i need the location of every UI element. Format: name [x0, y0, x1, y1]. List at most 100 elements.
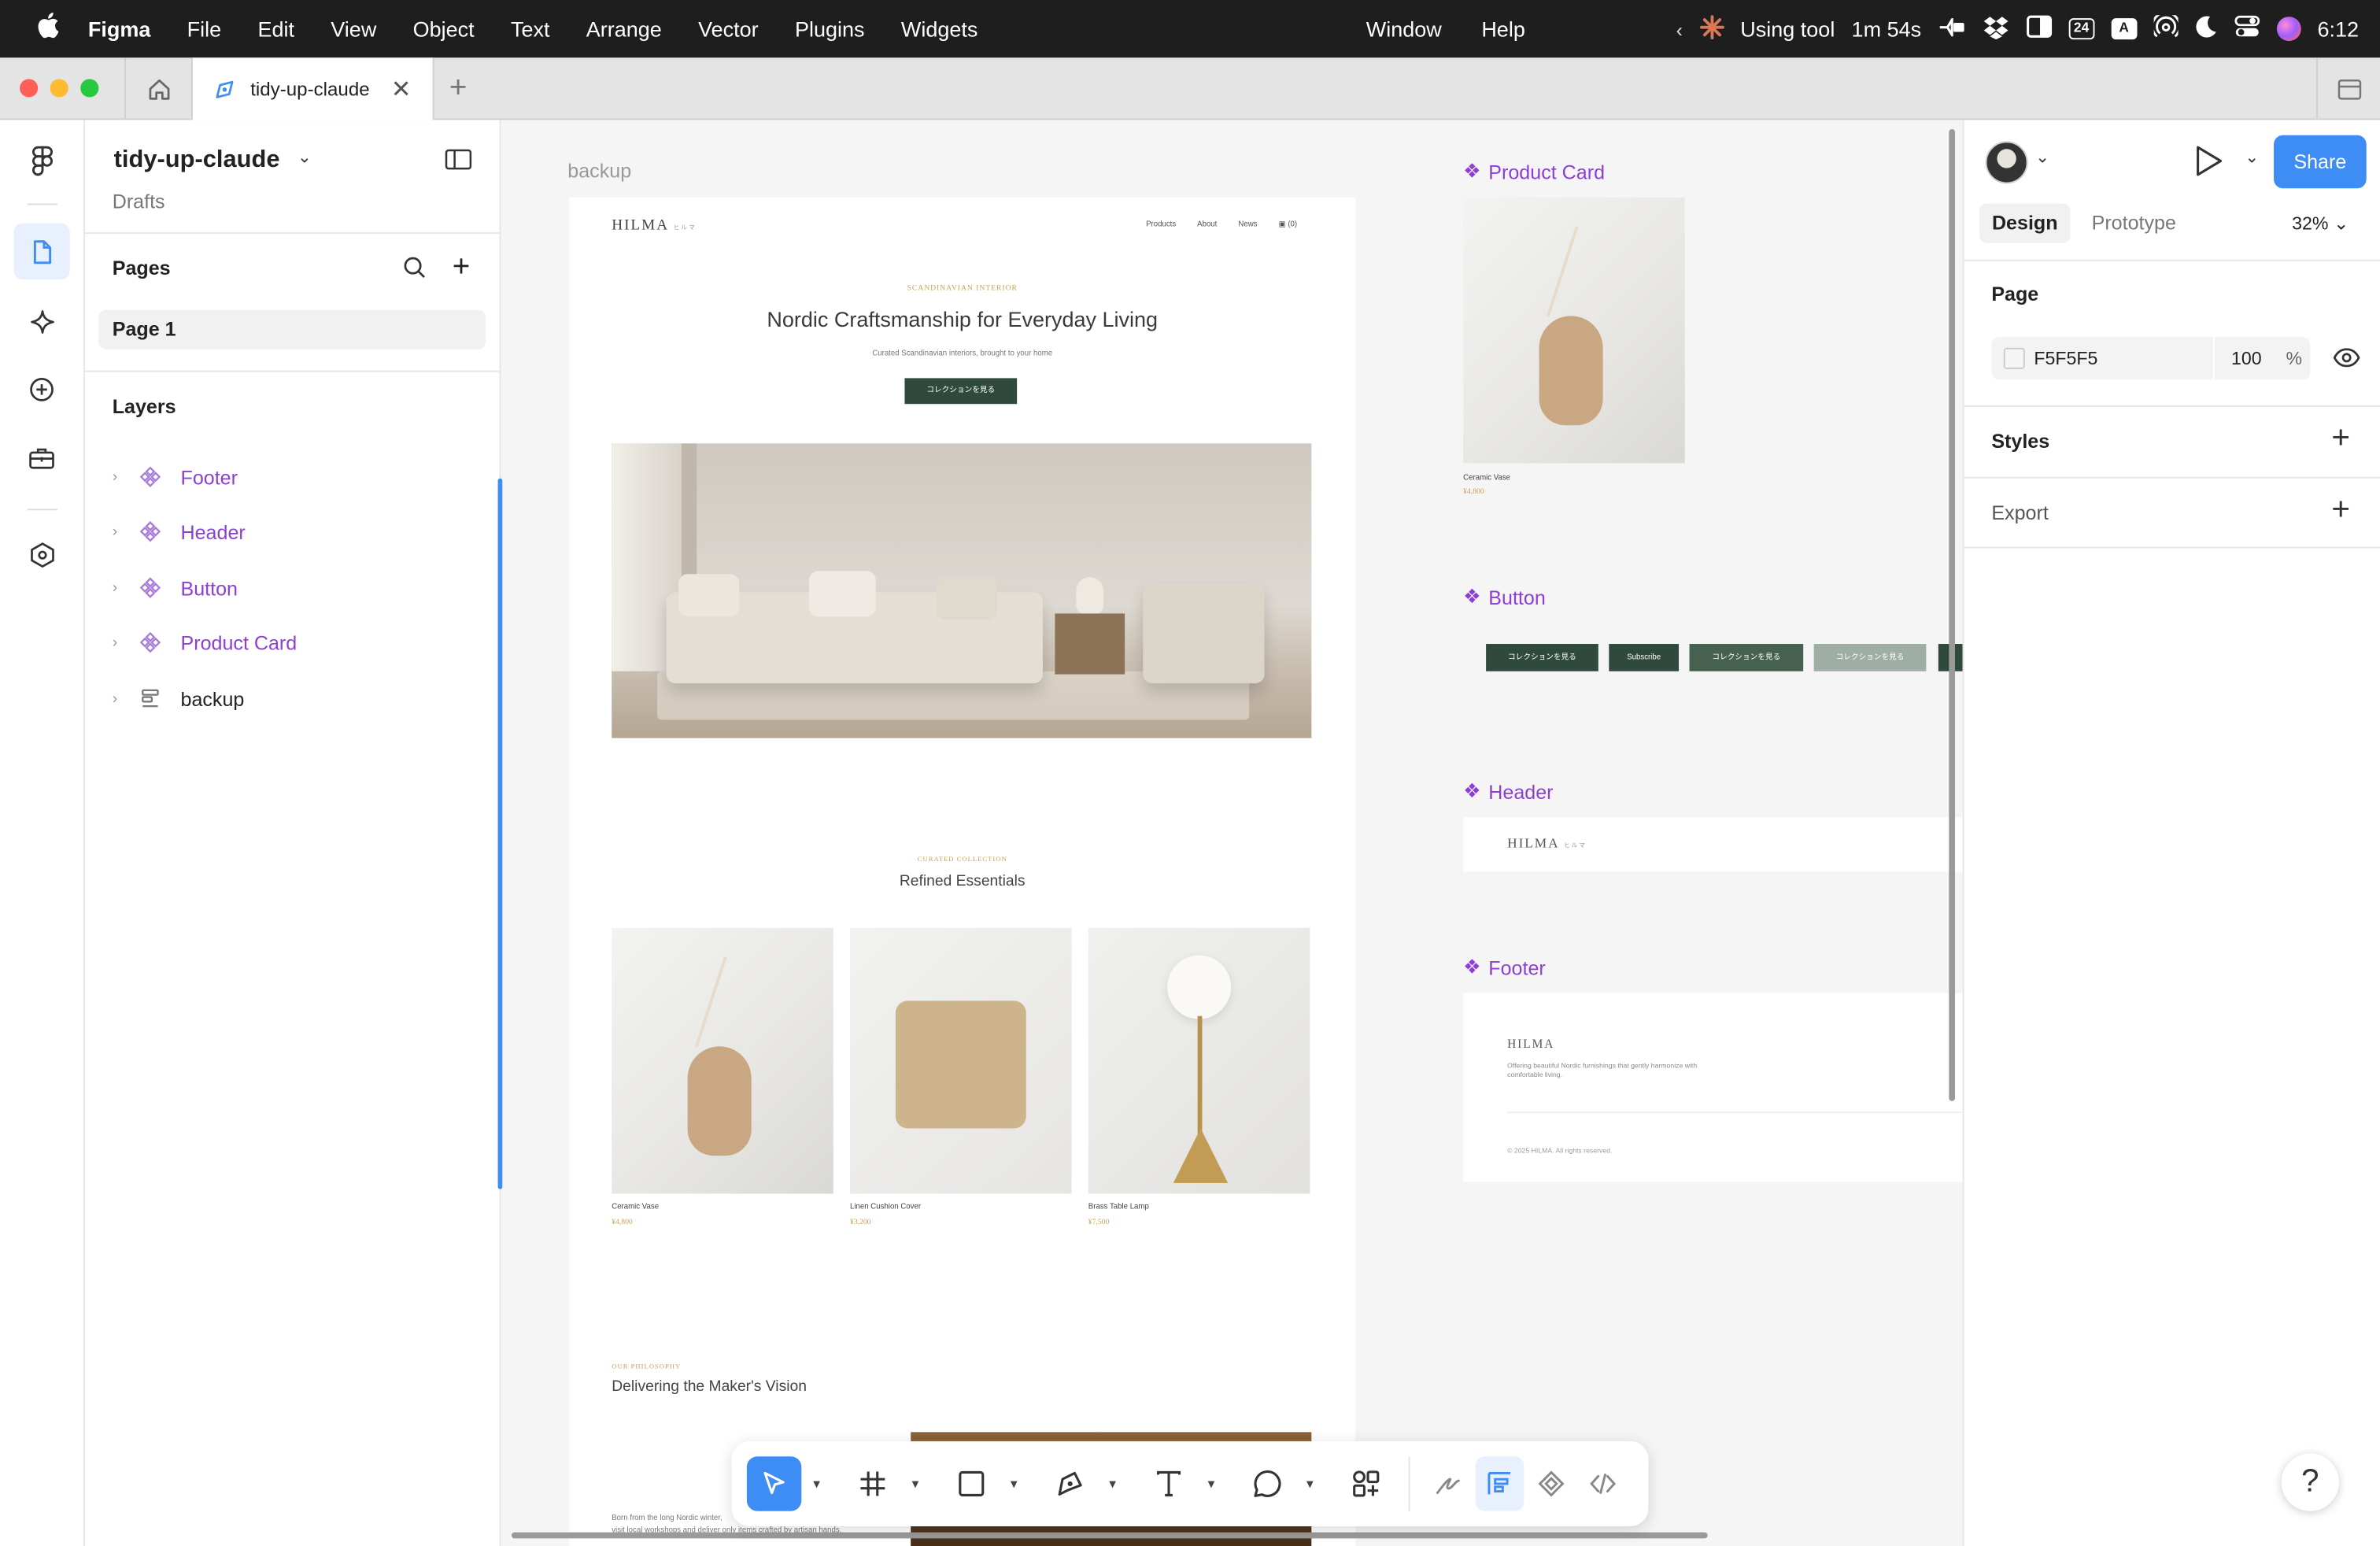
main-menu-button[interactable]	[13, 132, 69, 188]
file-name[interactable]: tidy-up-claude	[114, 147, 280, 175]
tab-prototype[interactable]: Prototype	[2092, 204, 2176, 243]
pen-tool[interactable]	[1043, 1456, 1097, 1511]
visibility-toggle[interactable]	[2333, 348, 2360, 375]
apple-icon[interactable]	[36, 12, 59, 45]
page-item-page-1[interactable]: Page 1	[98, 309, 486, 350]
hide-icon[interactable]	[1938, 15, 1965, 41]
actions-tool[interactable]	[1339, 1456, 1393, 1511]
file-location[interactable]: Drafts	[113, 190, 165, 213]
component-label-product-card[interactable]: ❖ Product Card	[1463, 160, 1605, 184]
present-button[interactable]	[2193, 144, 2224, 185]
product-card-image[interactable]	[1463, 197, 1685, 464]
chevron-down-icon[interactable]: ▾	[1005, 1456, 1023, 1511]
button-variant-subscribe[interactable]: Subscribe	[1609, 644, 1680, 671]
button-variant-hover[interactable]: コレクションを見る	[1689, 644, 1804, 671]
component-label-button[interactable]: ❖ Button	[1463, 585, 1546, 609]
draw-mode[interactable]	[1424, 1456, 1473, 1511]
chevron-down-icon[interactable]: ⌄	[298, 147, 312, 167]
collapse-panel-button[interactable]	[445, 149, 472, 179]
add-style-icon[interactable]: +	[2331, 420, 2350, 457]
help-button[interactable]: ?	[2281, 1453, 2339, 1511]
dropbox-icon[interactable]	[1982, 14, 2009, 43]
tab-design[interactable]: Design	[1979, 203, 2071, 243]
siri-icon[interactable]	[2276, 17, 2301, 42]
component-mode[interactable]	[1527, 1456, 1576, 1511]
menu-text[interactable]: Text	[511, 17, 550, 41]
zoom-window-button[interactable]	[80, 79, 99, 98]
chevron-right-icon[interactable]: ›	[113, 634, 128, 650]
chevron-down-icon[interactable]: ▾	[1103, 1456, 1122, 1511]
layer-backup[interactable]: › backup	[85, 676, 479, 722]
frame-tool[interactable]	[845, 1456, 900, 1511]
comment-tool[interactable]	[1240, 1456, 1295, 1511]
move-tool[interactable]	[746, 1456, 802, 1511]
component-label-header[interactable]: ❖ Header	[1463, 779, 1553, 804]
layer-footer[interactable]: › Footer	[85, 454, 479, 500]
shape-tool[interactable]	[944, 1456, 999, 1511]
add-button[interactable]	[13, 361, 69, 417]
page-bg-fill-input[interactable]: F5F5F5 100 %	[1991, 337, 2311, 380]
resources-button[interactable]	[13, 430, 69, 486]
menu-app-name[interactable]: Figma	[88, 17, 151, 41]
calendar-icon[interactable]: 24	[2068, 18, 2094, 40]
text-tool[interactable]	[1141, 1456, 1196, 1511]
menu-plugins[interactable]: Plugins	[795, 17, 865, 41]
tab-tidy-up-claude[interactable]: tidy-up-claude ✕	[191, 57, 434, 120]
share-button[interactable]: Share	[2274, 135, 2367, 189]
sidebar-toggle-icon[interactable]	[2026, 15, 2052, 43]
menu-window[interactable]: Window	[1366, 17, 1442, 41]
chevron-left-icon[interactable]: ‹	[1676, 17, 1683, 40]
button-variant-primary[interactable]: コレクションを見る	[1486, 644, 1598, 671]
component-label-footer[interactable]: ❖ Footer	[1463, 956, 1546, 980]
user-avatar[interactable]	[1985, 141, 2028, 184]
search-pages-button[interactable]	[402, 255, 427, 287]
menu-widgets[interactable]: Widgets	[901, 17, 978, 41]
chevron-right-icon[interactable]: ›	[113, 468, 128, 485]
chevron-down-icon[interactable]: ⌄	[2035, 147, 2049, 167]
minimize-window-button[interactable]	[50, 79, 68, 98]
chevron-down-icon[interactable]: ▾	[808, 1456, 826, 1511]
chevron-right-icon[interactable]: ›	[113, 579, 128, 596]
input-source-icon[interactable]: A	[2111, 18, 2137, 40]
new-tab-icon[interactable]: +	[449, 72, 468, 106]
footer-component[interactable]: HILMA Offering beautiful Nordic furnishi…	[1463, 993, 1963, 1182]
button-variant-disabled[interactable]: コレクションを見る	[1813, 644, 1927, 671]
menu-object[interactable]: Object	[413, 17, 475, 41]
header-component[interactable]: HILMA ヒルマ	[1463, 816, 1963, 872]
panel-toggle-button[interactable]	[2316, 57, 2380, 120]
bg-color-hex[interactable]: F5F5F5	[2034, 348, 2097, 369]
menu-vector[interactable]: Vector	[698, 17, 759, 41]
clock-time[interactable]: 6:12	[2317, 17, 2359, 41]
menu-file[interactable]: File	[187, 17, 222, 41]
layer-header[interactable]: › Header	[85, 509, 479, 554]
file-pages-button[interactable]	[13, 223, 70, 279]
design-mode[interactable]	[1475, 1456, 1524, 1511]
plugins-button[interactable]	[13, 527, 69, 583]
chevron-down-icon[interactable]: ▾	[906, 1456, 924, 1511]
assets-button[interactable]	[13, 293, 69, 349]
airdrop-icon[interactable]	[2150, 10, 2181, 43]
canvas[interactable]: backup HILMA ヒルマ Products About News ▣ (…	[502, 120, 1963, 1546]
menu-view[interactable]: View	[331, 17, 376, 41]
add-page-icon[interactable]: +	[453, 250, 471, 285]
control-center-icon[interactable]	[2234, 15, 2260, 43]
chevron-down-icon[interactable]: ▾	[1301, 1456, 1319, 1511]
chevron-down-icon[interactable]: ⌄	[2245, 147, 2259, 167]
close-window-button[interactable]	[20, 79, 39, 98]
backup-frame[interactable]: HILMA ヒルマ Products About News ▣ (0) SCAN…	[569, 197, 1356, 1546]
home-tab-button[interactable]	[124, 57, 191, 120]
layer-button[interactable]: › Button	[85, 565, 479, 611]
menu-edit[interactable]: Edit	[257, 17, 294, 41]
canvas-vertical-scrollbar[interactable]	[1949, 128, 1956, 1101]
zoom-level[interactable]: 32% ⌄	[2292, 204, 2349, 243]
layer-product-card[interactable]: › Product Card	[85, 620, 479, 665]
menu-help[interactable]: Help	[1481, 17, 1525, 41]
bg-opacity[interactable]: 100	[2231, 348, 2262, 369]
canvas-horizontal-scrollbar[interactable]	[511, 1532, 1708, 1539]
chevron-down-icon[interactable]: ▾	[1202, 1456, 1220, 1511]
color-swatch[interactable]	[2003, 347, 2025, 369]
close-tab-icon[interactable]: ✕	[391, 74, 412, 105]
chevron-right-icon[interactable]: ›	[113, 690, 128, 707]
focus-moon-icon[interactable]	[2194, 15, 2217, 43]
chevron-right-icon[interactable]: ›	[113, 523, 128, 540]
